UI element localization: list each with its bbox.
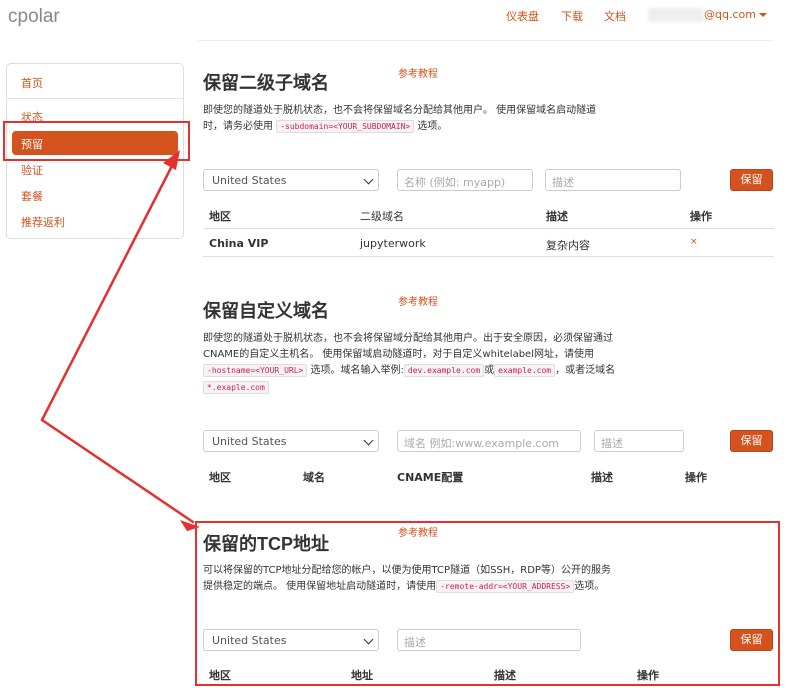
arrowhead-icon: [180, 520, 200, 531]
annotation-arrows: [40, 150, 200, 531]
arrowhead-icon: [163, 150, 180, 170]
annotation-arrow-line: [40, 418, 195, 524]
annotation-arrow-line: [40, 156, 178, 422]
